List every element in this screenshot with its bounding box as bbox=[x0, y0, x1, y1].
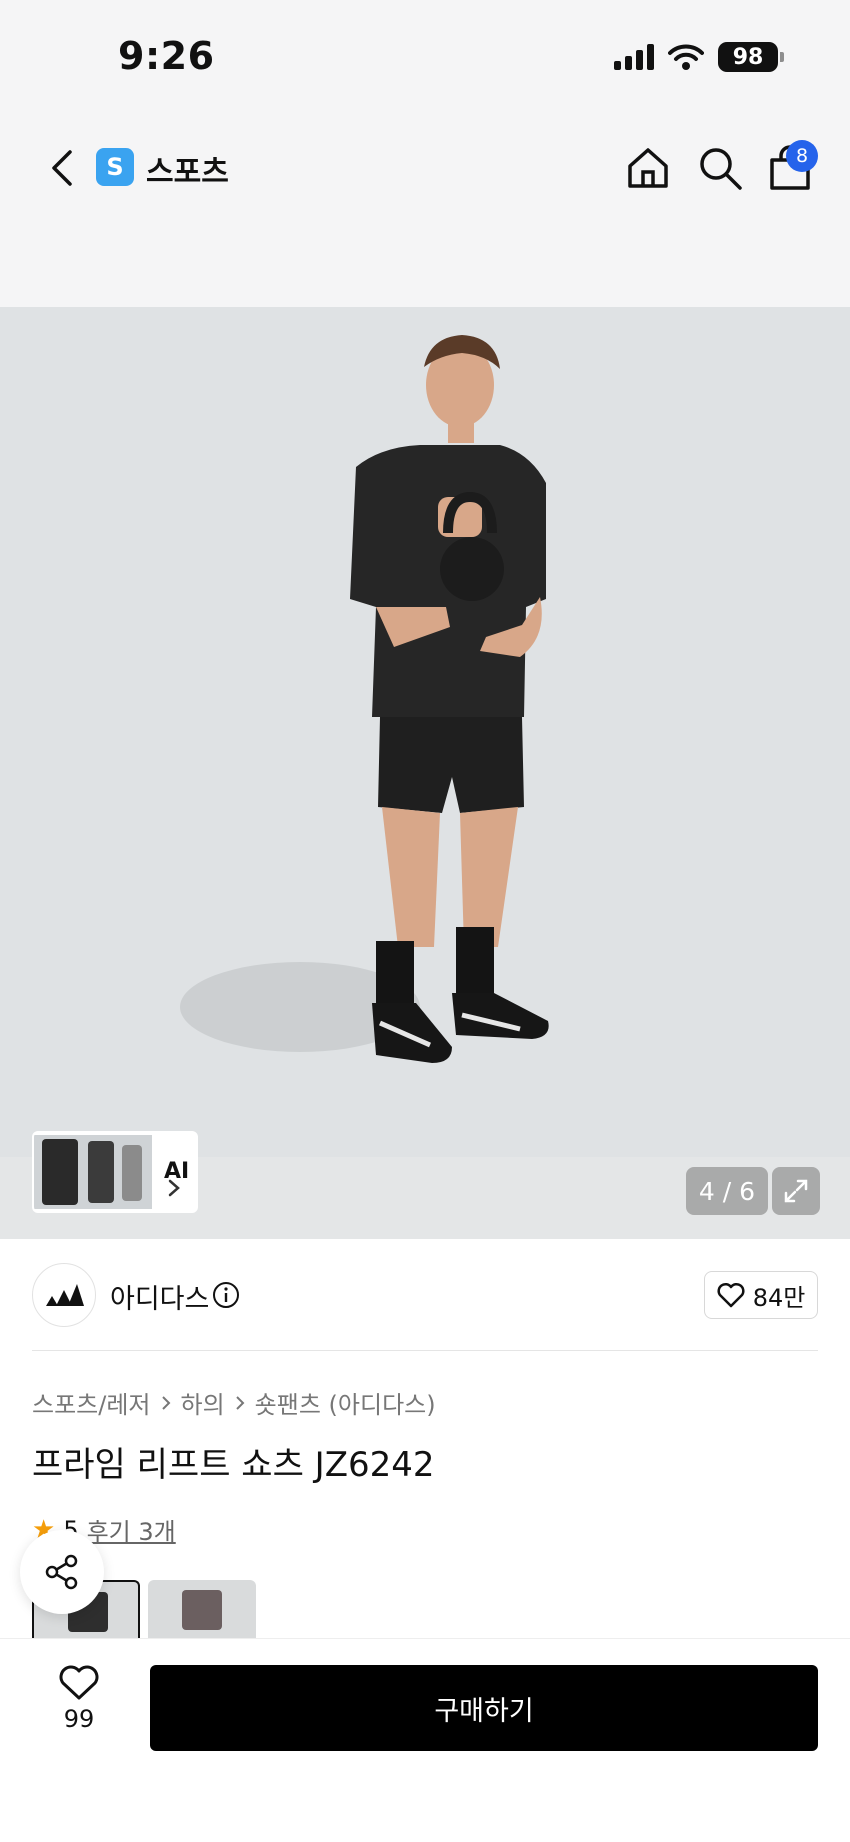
brand-like-count: 84만 bbox=[752, 1283, 806, 1312]
navigation-bar: S 스포츠 8 bbox=[0, 110, 850, 307]
product-photo bbox=[180, 335, 549, 1063]
signal-icon bbox=[614, 44, 654, 70]
expand-button[interactable] bbox=[772, 1167, 820, 1215]
product-title: 프라임 리프트 쇼츠 JZ6242 bbox=[32, 1445, 435, 1485]
share-button[interactable] bbox=[20, 1530, 104, 1614]
store-title[interactable]: 스포츠 bbox=[146, 147, 229, 191]
wishlist-count: 99 bbox=[63, 1705, 95, 1733]
heart-icon bbox=[717, 1282, 745, 1308]
store-badge[interactable]: S bbox=[96, 148, 134, 186]
cart-count-badge: 8 bbox=[786, 140, 818, 172]
adidas-logo-icon bbox=[46, 1284, 84, 1306]
share-icon bbox=[45, 1554, 78, 1590]
review-link[interactable]: 후기 3개 bbox=[87, 1512, 176, 1547]
breadcrumb-item[interactable]: 스포츠/레저 bbox=[32, 1385, 151, 1420]
brand-name[interactable]: 아디다스 bbox=[110, 1277, 209, 1316]
expand-icon bbox=[784, 1179, 808, 1203]
wifi-icon bbox=[668, 44, 704, 70]
breadcrumb-item[interactable]: 하의 bbox=[181, 1385, 225, 1420]
wishlist-button[interactable]: 99 bbox=[48, 1665, 110, 1733]
brand-row: 아디다스 84만 bbox=[0, 1239, 850, 1351]
battery-indicator: 98 bbox=[718, 42, 784, 72]
home-icon bbox=[628, 148, 668, 188]
breadcrumb: 스포츠/레저 하의 숏팬츠 (아디다스) bbox=[32, 1385, 436, 1420]
status-bar: 9:26 98 bbox=[0, 0, 850, 110]
chevron-right-icon bbox=[161, 1395, 170, 1410]
brand-logo[interactable] bbox=[32, 1263, 96, 1327]
back-button[interactable] bbox=[40, 140, 84, 196]
ai-recommendation-thumbnail[interactable]: AI bbox=[32, 1131, 198, 1213]
back-icon bbox=[52, 150, 72, 186]
info-icon[interactable] bbox=[212, 1281, 240, 1309]
image-page-indicator: 4 / 6 bbox=[686, 1167, 768, 1215]
search-button[interactable] bbox=[696, 144, 744, 192]
color-option-grey[interactable] bbox=[148, 1580, 256, 1642]
ai-thumbnail-images bbox=[34, 1135, 152, 1209]
chevron-right-icon bbox=[235, 1395, 245, 1410]
buy-button[interactable]: 구매하기 bbox=[150, 1665, 818, 1751]
chevron-right-icon bbox=[168, 1179, 180, 1197]
home-button[interactable] bbox=[624, 144, 672, 192]
search-icon bbox=[700, 148, 742, 190]
status-indicators: 98 bbox=[614, 40, 784, 74]
heart-icon bbox=[59, 1665, 99, 1700]
status-time: 9:26 bbox=[118, 34, 215, 78]
brand-like-button[interactable]: 84만 bbox=[704, 1271, 818, 1319]
product-image-gallery[interactable]: AI 4 / 6 bbox=[0, 307, 850, 1239]
breadcrumb-item[interactable]: 숏팬츠 (아디다스) bbox=[255, 1385, 436, 1420]
divider bbox=[32, 1350, 818, 1351]
purchase-bar: 99 구매하기 bbox=[0, 1638, 850, 1842]
